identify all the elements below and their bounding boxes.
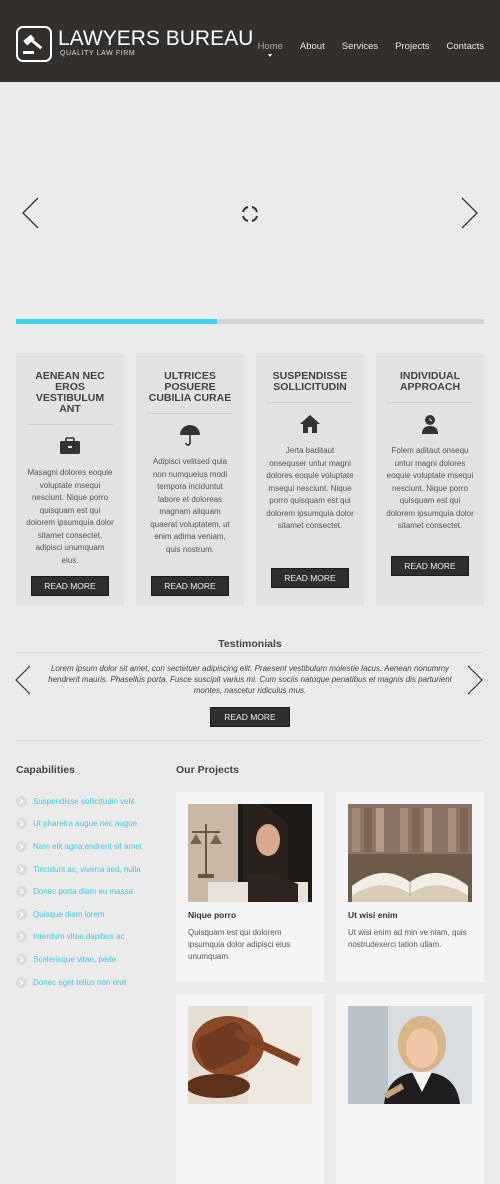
- site-header: LAWYERS BUREAU QUALITY LAW FIRM Home Abo…: [0, 0, 500, 82]
- feature-card: INDIVIDUAL APPROACH Folem aditaut onsequ…: [376, 353, 484, 605]
- feature-card-title: ULTRICES POSUERE CUBILIA CURAE: [148, 370, 232, 404]
- feature-card-text: Adipisci velitsed quia non numqueius mod…: [150, 457, 230, 554]
- home-icon: [256, 413, 364, 435]
- testimonial-quote: Lorem ipsum dolor sit amet, con sectetue…: [48, 664, 452, 695]
- divider: [387, 402, 473, 403]
- nav-about[interactable]: About: [300, 41, 325, 52]
- project-card[interactable]: Ut wisi enim Ut wisi enim ad min ve niam…: [336, 792, 484, 982]
- feature-card-text: Jerta baditaut onsequser untur magni dol…: [266, 446, 354, 530]
- chevron-down-icon: [268, 54, 273, 57]
- chevron-right-icon: [16, 886, 27, 898]
- slider-prev-arrow-icon[interactable]: [20, 196, 50, 230]
- project-image-gavel[interactable]: [188, 1006, 312, 1104]
- divider: [27, 424, 113, 425]
- briefcase-icon: [16, 435, 124, 457]
- feature-card-text: Masagni dolores eoquie voluptate msequi …: [26, 468, 114, 565]
- nav-contacts[interactable]: Contacts: [447, 41, 485, 52]
- project-image-lawyer-scales[interactable]: [188, 804, 312, 902]
- feature-card: ULTRICES POSUERE CUBILIA CURAE Adipisci …: [136, 353, 244, 605]
- capability-label: Nam elit agna,endrerit sit amet: [33, 841, 142, 851]
- project-image-open-book[interactable]: [348, 804, 472, 902]
- feature-card: SUSPENDISSE SOLLICITUDIN Jerta baditaut …: [256, 353, 364, 605]
- feature-card-text: Folem aditaut onsequ untur magni dolores…: [386, 446, 474, 530]
- capability-label: Interdum vitae,dapibus ac: [33, 932, 125, 942]
- project-name[interactable]: Ut wisi enim: [348, 910, 398, 920]
- feature-card-title: SUSPENDISSE SOLLICITUDIN: [272, 370, 348, 393]
- capability-label: Scelerisque vitae, pede: [33, 954, 117, 964]
- gavel-logo-icon[interactable]: [16, 26, 52, 62]
- testimonials-title: Testimonials: [218, 638, 282, 650]
- chevron-right-icon: [16, 863, 27, 875]
- project-card[interactable]: Nique porro Quisquam est qui dolorem ips…: [176, 792, 324, 982]
- capability-link[interactable]: Suspendisse sollicitudin velit: [16, 790, 142, 813]
- feature-card: AENEAN NEC EROS VESTIBULUM ANT Masagni d…: [16, 353, 124, 605]
- capability-link[interactable]: Quisque diam lorem: [16, 903, 142, 926]
- capabilities-list: Suspendisse sollicitudin velit Ut pharet…: [16, 790, 142, 993]
- testimonial-next-arrow-icon[interactable]: [466, 664, 496, 698]
- capability-label: Donec porta diam eu massa: [33, 887, 134, 897]
- divider: [16, 740, 484, 741]
- nav-projects[interactable]: Projects: [395, 41, 429, 52]
- slider-progress-bar: [16, 319, 484, 324]
- chevron-right-icon: [16, 840, 27, 852]
- chevron-right-icon: [16, 818, 27, 830]
- feature-card-title: AENEAN NEC EROS VESTIBULUM ANT: [35, 370, 105, 415]
- read-more-button[interactable]: READ MORE: [31, 576, 109, 596]
- project-image-businesswoman[interactable]: [348, 1006, 472, 1104]
- chevron-right-icon: [16, 953, 27, 965]
- capability-label: Quisque diam lorem: [33, 909, 105, 919]
- project-card[interactable]: [336, 994, 484, 1184]
- nav-services[interactable]: Services: [342, 41, 378, 52]
- capability-link[interactable]: Ut pharetra augue nec augue: [16, 813, 142, 836]
- project-description: Quisquam est qui dolorem ipsumquia dolor…: [188, 928, 291, 961]
- capability-link[interactable]: Tincidunt ac, viverra sed, nulla: [16, 858, 142, 881]
- user-clock-icon: [376, 413, 484, 435]
- capability-label: Tincidunt ac, viverra sed, nulla: [33, 864, 141, 874]
- capability-link[interactable]: Nam elit agna,endrerit sit amet: [16, 835, 142, 858]
- chevron-right-icon: [16, 931, 27, 943]
- chevron-right-icon: [16, 795, 27, 807]
- site-subtitle: QUALITY LAW FIRM: [60, 50, 136, 57]
- capability-label: Donec eget tellus non erat: [33, 977, 127, 987]
- read-more-button[interactable]: READ MORE: [151, 576, 229, 596]
- slider-progress-fill: [16, 319, 218, 324]
- nav-home[interactable]: Home: [258, 41, 283, 57]
- capability-link[interactable]: Donec porta diam eu massa: [16, 880, 142, 903]
- read-more-button[interactable]: READ MORE: [391, 556, 469, 576]
- project-name[interactable]: Nique porro: [188, 910, 236, 920]
- umbrella-icon: [136, 424, 244, 446]
- chevron-right-icon: [16, 976, 27, 988]
- capabilities-title: Capabilities: [16, 764, 75, 776]
- capability-link[interactable]: Scelerisque vitae, pede: [16, 948, 142, 971]
- testimonial-read-more-button[interactable]: READ MORE: [210, 707, 290, 727]
- projects-title: Our Projects: [176, 764, 240, 776]
- project-card[interactable]: [176, 994, 324, 1184]
- capability-link[interactable]: Interdum vitae,dapibus ac: [16, 926, 142, 949]
- feature-card-title: INDIVIDUAL APPROACH: [399, 370, 461, 393]
- project-description: Ut wisi enim ad min ve niam, quis nostru…: [348, 928, 467, 949]
- capability-label: Ut pharetra augue nec augue: [33, 819, 138, 829]
- divider: [147, 413, 233, 414]
- capability-label: Suspendisse sollicitudin velit: [33, 796, 135, 806]
- capability-link[interactable]: Donec eget tellus non erat: [16, 971, 142, 994]
- loading-spinner-icon: [239, 203, 261, 225]
- chevron-right-icon: [16, 908, 27, 920]
- hero-slider: [0, 82, 500, 322]
- read-more-button[interactable]: READ MORE: [271, 568, 349, 588]
- slider-next-arrow-icon[interactable]: [460, 196, 490, 230]
- divider: [267, 402, 353, 403]
- site-title[interactable]: LAWYERS BUREAU: [58, 27, 253, 51]
- main-nav: Home About Services Projects Contacts: [241, 41, 485, 57]
- divider: [16, 652, 484, 653]
